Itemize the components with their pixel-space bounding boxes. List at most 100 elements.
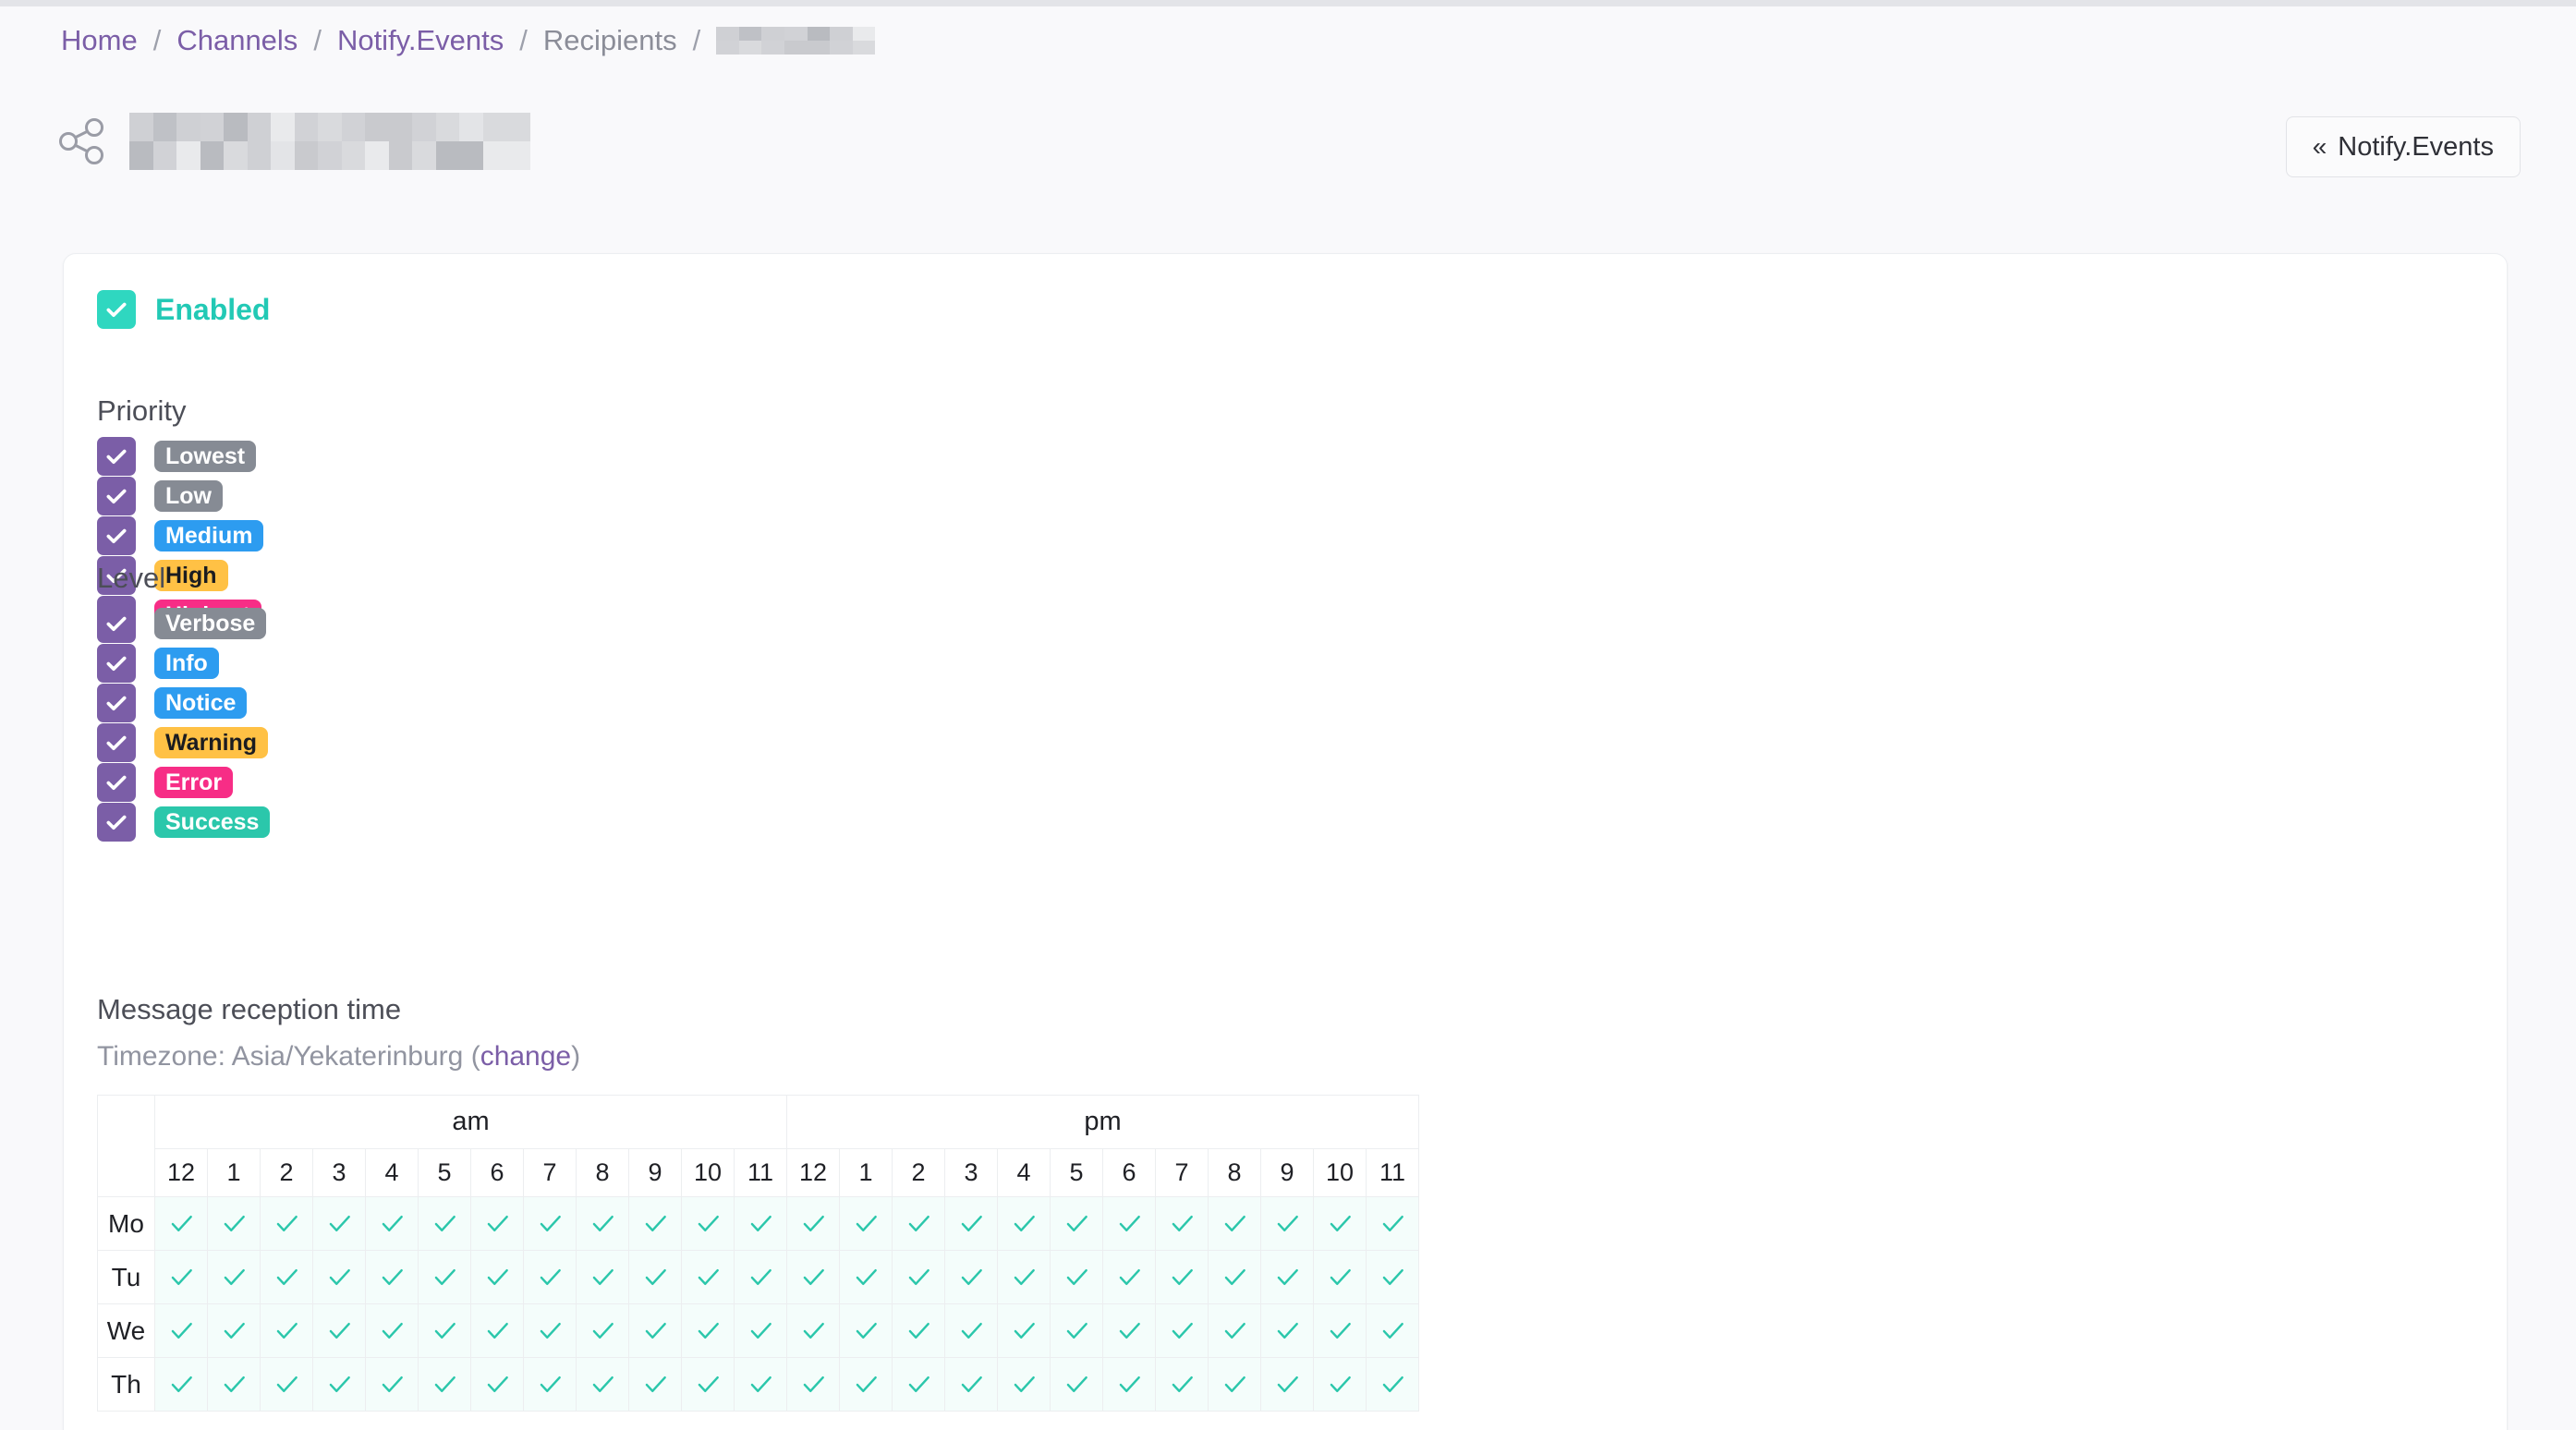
schedule-slot[interactable]: [1102, 1303, 1156, 1358]
schedule-slot[interactable]: [1155, 1196, 1209, 1251]
breadcrumb-item-notify-events[interactable]: Notify.Events: [337, 26, 504, 55]
schedule-slot[interactable]: [418, 1250, 471, 1304]
schedule-slot[interactable]: [944, 1250, 998, 1304]
back-to-notify-events-button[interactable]: « Notify.Events: [2285, 116, 2521, 177]
schedule-slot[interactable]: [1313, 1303, 1367, 1358]
schedule-hour-header[interactable]: 12: [154, 1148, 208, 1197]
schedule-slot[interactable]: [1260, 1303, 1314, 1358]
schedule-day-label-th[interactable]: Th: [97, 1357, 155, 1412]
schedule-hour-header[interactable]: 1: [839, 1148, 893, 1197]
schedule-slot[interactable]: [1313, 1250, 1367, 1304]
schedule-hour-header[interactable]: 10: [1313, 1148, 1367, 1197]
schedule-slot[interactable]: [1050, 1250, 1103, 1304]
priority-checkbox-lowest[interactable]: [97, 437, 136, 476]
schedule-slot[interactable]: [1208, 1357, 1261, 1412]
schedule-slot[interactable]: [892, 1250, 945, 1304]
schedule-slot[interactable]: [312, 1303, 366, 1358]
schedule-day-label-mo[interactable]: Mo: [97, 1196, 155, 1251]
schedule-slot[interactable]: [470, 1357, 524, 1412]
priority-option-row[interactable]: Medium: [97, 516, 264, 555]
schedule-slot[interactable]: [1050, 1196, 1103, 1251]
schedule-hour-header[interactable]: 4: [365, 1148, 419, 1197]
level-option-row[interactable]: Success: [97, 803, 271, 842]
schedule-slot[interactable]: [1260, 1196, 1314, 1251]
schedule-slot[interactable]: [628, 1357, 682, 1412]
schedule-slot[interactable]: [154, 1250, 208, 1304]
priority-option-row[interactable]: Lowest: [97, 437, 263, 476]
schedule-slot[interactable]: [1366, 1303, 1419, 1358]
schedule-slot[interactable]: [418, 1357, 471, 1412]
schedule-slot[interactable]: [839, 1357, 893, 1412]
schedule-slot[interactable]: [1313, 1196, 1367, 1251]
schedule-slot[interactable]: [734, 1357, 787, 1412]
priority-checkbox-low[interactable]: [97, 477, 136, 515]
change-timezone-link[interactable]: change: [480, 1041, 571, 1072]
schedule-hour-header[interactable]: 6: [1102, 1148, 1156, 1197]
schedule-hour-header[interactable]: 9: [1260, 1148, 1314, 1197]
schedule-hour-header[interactable]: 2: [260, 1148, 313, 1197]
schedule-hour-header[interactable]: 11: [1366, 1148, 1419, 1197]
schedule-hour-header[interactable]: 5: [1050, 1148, 1103, 1197]
enabled-checkbox[interactable]: [97, 290, 136, 329]
schedule-hour-header[interactable]: 4: [997, 1148, 1051, 1197]
schedule-hour-header[interactable]: 3: [944, 1148, 998, 1197]
breadcrumb-item-home[interactable]: Home: [61, 26, 138, 55]
schedule-slot[interactable]: [628, 1196, 682, 1251]
schedule-slot[interactable]: [154, 1303, 208, 1358]
schedule-hour-header[interactable]: 7: [1155, 1148, 1209, 1197]
schedule-hour-header[interactable]: 1: [207, 1148, 261, 1197]
schedule-slot[interactable]: [681, 1357, 735, 1412]
schedule-slot[interactable]: [312, 1357, 366, 1412]
schedule-slot[interactable]: [786, 1303, 840, 1358]
schedule-slot[interactable]: [1050, 1357, 1103, 1412]
level-checkbox-notice[interactable]: [97, 684, 136, 722]
schedule-slot[interactable]: [1208, 1303, 1261, 1358]
schedule-hour-header[interactable]: 5: [418, 1148, 471, 1197]
schedule-slot[interactable]: [944, 1303, 998, 1358]
schedule-slot[interactable]: [154, 1196, 208, 1251]
schedule-slot[interactable]: [260, 1357, 313, 1412]
schedule-slot[interactable]: [523, 1303, 577, 1358]
schedule-slot[interactable]: [1155, 1357, 1209, 1412]
schedule-slot[interactable]: [312, 1196, 366, 1251]
level-option-row[interactable]: Info: [97, 644, 270, 683]
level-checkbox-warning[interactable]: [97, 723, 136, 762]
schedule-slot[interactable]: [576, 1303, 629, 1358]
schedule-slot[interactable]: [997, 1303, 1051, 1358]
schedule-hour-header[interactable]: 3: [312, 1148, 366, 1197]
schedule-slot[interactable]: [1050, 1303, 1103, 1358]
schedule-hour-header[interactable]: 8: [1208, 1148, 1261, 1197]
schedule-hour-header[interactable]: 2: [892, 1148, 945, 1197]
schedule-slot[interactable]: [839, 1196, 893, 1251]
level-option-row[interactable]: Notice: [97, 684, 270, 722]
schedule-slot[interactable]: [418, 1303, 471, 1358]
enabled-toggle-row[interactable]: Enabled: [97, 290, 270, 329]
breadcrumb-item-redacted[interactable]: [716, 26, 876, 55]
schedule-slot[interactable]: [944, 1357, 998, 1412]
priority-option-row[interactable]: Low: [97, 477, 263, 515]
schedule-slot[interactable]: [786, 1250, 840, 1304]
schedule-slot[interactable]: [1102, 1250, 1156, 1304]
schedule-slot[interactable]: [154, 1357, 208, 1412]
schedule-slot[interactable]: [1366, 1250, 1419, 1304]
schedule-slot[interactable]: [1208, 1196, 1261, 1251]
breadcrumb-item-channels[interactable]: Channels: [176, 26, 298, 55]
schedule-slot[interactable]: [628, 1303, 682, 1358]
schedule-slot[interactable]: [312, 1250, 366, 1304]
level-checkbox-verbose[interactable]: [97, 604, 136, 643]
schedule-slot[interactable]: [628, 1250, 682, 1304]
schedule-slot[interactable]: [260, 1250, 313, 1304]
schedule-slot[interactable]: [470, 1196, 524, 1251]
schedule-slot[interactable]: [786, 1357, 840, 1412]
schedule-slot[interactable]: [207, 1357, 261, 1412]
schedule-slot[interactable]: [734, 1250, 787, 1304]
schedule-slot[interactable]: [576, 1250, 629, 1304]
schedule-slot[interactable]: [523, 1196, 577, 1251]
schedule-slot[interactable]: [260, 1196, 313, 1251]
level-checkbox-error[interactable]: [97, 763, 136, 802]
schedule-slot[interactable]: [997, 1357, 1051, 1412]
schedule-hour-header[interactable]: 10: [681, 1148, 735, 1197]
schedule-slot[interactable]: [839, 1250, 893, 1304]
schedule-slot[interactable]: [207, 1303, 261, 1358]
schedule-slot[interactable]: [365, 1250, 419, 1304]
